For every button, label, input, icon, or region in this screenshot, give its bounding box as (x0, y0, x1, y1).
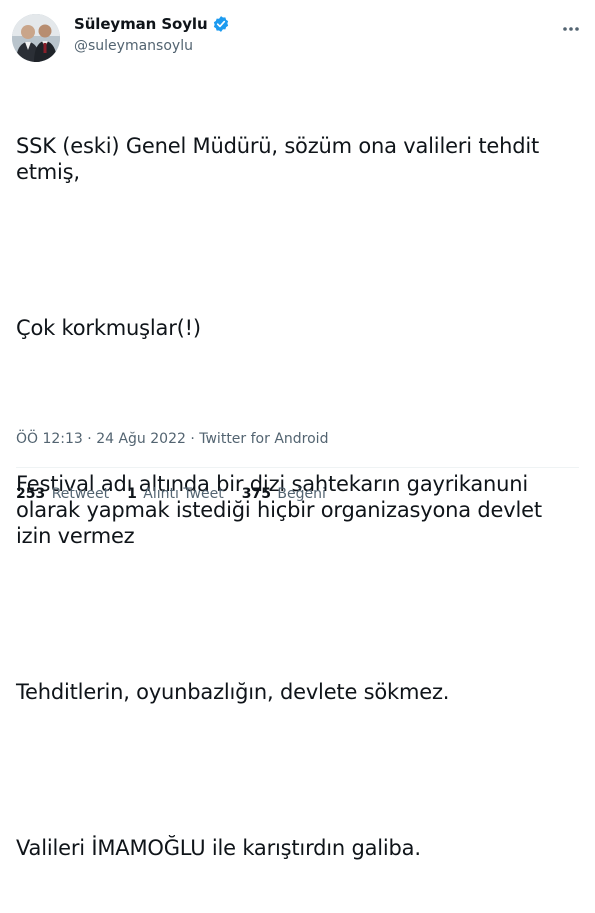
quotes-label: Alıntı Tweet (143, 486, 224, 502)
author-handle[interactable]: @suleymansoylu (74, 38, 230, 54)
tweet-line: Çok korkmuşlar(!) (16, 316, 201, 340)
tweet-source[interactable]: Twitter for Android (199, 431, 328, 447)
tweet-line: Festival adı altında bir dizi sahtekarın… (16, 472, 549, 548)
avatar-photo (12, 14, 60, 62)
retweets-label: Retweet (51, 486, 110, 502)
retweets-stat[interactable]: 253 Retweet (16, 486, 109, 502)
tweet-card: Süleyman Soylu @suleymansoylu SSK (eski)… (0, 0, 595, 860)
tweet-date[interactable]: 24 Ağu 2022 (96, 431, 186, 447)
verified-badge-icon (212, 15, 230, 33)
divider (16, 467, 579, 468)
tweet-line: Valileri İMAMOĞLU ile karıştırdın galiba… (16, 836, 421, 860)
tweet-stats: 253 Retweet 1 Alıntı Tweet 375 Beğeni (16, 486, 326, 502)
tweet-line: SSK (eski) Genel Müdürü, sözüm ona valil… (16, 134, 546, 184)
likes-count: 375 (241, 486, 271, 502)
tweet-time[interactable]: ÖÖ 12:13 (16, 431, 83, 447)
quotes-count: 1 (127, 486, 137, 502)
meta-separator: · (190, 431, 195, 447)
retweets-count: 253 (16, 486, 46, 502)
avatar[interactable] (12, 14, 60, 62)
tweet-line: Tehditlerin, oyunbazlığın, devlete sökme… (16, 680, 450, 704)
quotes-stat[interactable]: 1 Alıntı Tweet (127, 486, 224, 502)
likes-label: Beğeni (277, 486, 326, 502)
meta-separator: · (87, 431, 92, 447)
author-display-name[interactable]: Süleyman Soylu (74, 15, 208, 33)
author-info: Süleyman Soylu @suleymansoylu (74, 14, 230, 54)
tweet-meta: ÖÖ 12:13 · 24 Ağu 2022 · Twitter for And… (16, 431, 328, 447)
more-options-icon[interactable] (561, 20, 581, 32)
likes-stat[interactable]: 375 Beğeni (242, 486, 326, 502)
